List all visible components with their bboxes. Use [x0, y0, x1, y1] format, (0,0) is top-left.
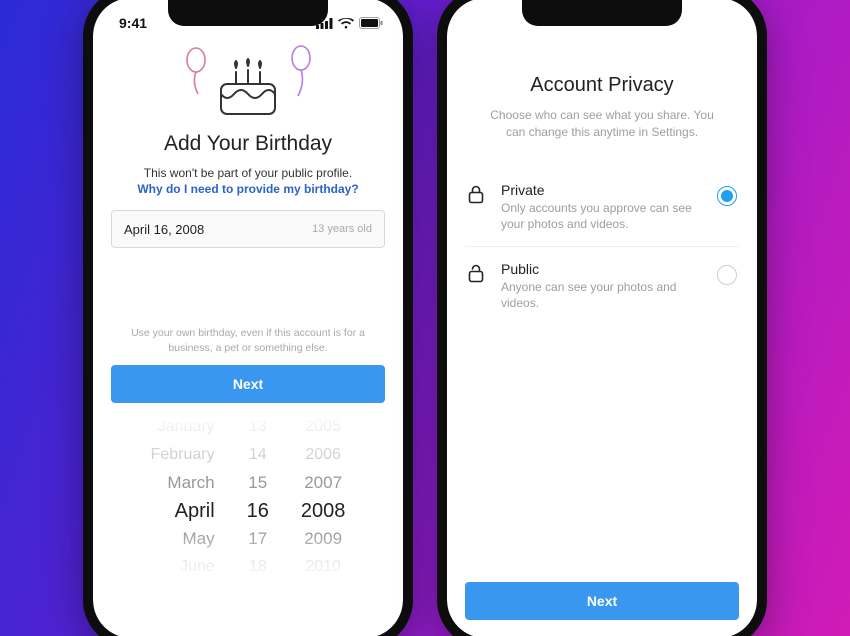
privacy-options: Private Only accounts you approve can se…	[465, 168, 739, 326]
picker-month[interactable]: January	[158, 413, 215, 441]
lock-closed-icon	[467, 184, 487, 209]
picker-year[interactable]: 2009	[304, 525, 342, 553]
page-title: Account Privacy	[465, 74, 739, 97]
date-picker[interactable]: January February March April May June Ju…	[111, 413, 385, 583]
subtitle: This won't be part of your public profil…	[111, 166, 385, 180]
next-button[interactable]: Next	[111, 365, 385, 403]
device-notch	[168, 0, 328, 26]
battery-icon	[359, 17, 383, 29]
picker-day[interactable]: 15	[248, 469, 267, 497]
option-desc: Anyone can see your photos and videos.	[501, 279, 703, 311]
picker-col-day[interactable]: 13 14 15 16 17 18 19	[247, 413, 269, 583]
picker-year[interactable]: 2007	[304, 469, 342, 497]
wifi-icon	[338, 18, 354, 29]
screen-birthday: 9:41	[93, 0, 403, 636]
picker-year-selected[interactable]: 2008	[301, 497, 346, 525]
picker-day[interactable]: 19	[249, 581, 267, 583]
background: 9:41	[0, 0, 850, 636]
cake-balloons-icon	[178, 44, 318, 122]
picker-month[interactable]: February	[151, 441, 215, 469]
why-birthday-link[interactable]: Why do I need to provide my birthday?	[111, 182, 385, 196]
lock-open-icon	[467, 263, 487, 288]
status-time: 9:41	[119, 15, 147, 31]
birthday-value: April 16, 2008	[124, 222, 204, 237]
picker-year[interactable]: 2005	[305, 413, 341, 441]
radio-public[interactable]	[717, 265, 737, 285]
picker-day[interactable]: 18	[249, 553, 267, 581]
next-button-label: Next	[587, 593, 617, 609]
option-title: Private	[501, 182, 703, 198]
phone-birthday: 9:41	[83, 0, 413, 636]
birthday-field[interactable]: April 16, 2008 13 years old	[111, 210, 385, 248]
picker-day[interactable]: 17	[248, 525, 267, 553]
birthday-hint: Use your own birthday, even if this acco…	[111, 326, 385, 355]
subtitle: Choose who can see what you share. You c…	[465, 107, 739, 142]
picker-year[interactable]: 2011	[306, 581, 340, 583]
option-text: Public Anyone can see your photos and vi…	[501, 261, 703, 311]
option-desc: Only accounts you approve can see your p…	[501, 200, 703, 232]
page-title: Add Your Birthday	[111, 132, 385, 156]
picker-col-year[interactable]: 2005 2006 2007 2008 2009 2010 2011	[301, 413, 346, 583]
status-indicators	[316, 17, 383, 29]
picker-month-selected[interactable]: April	[175, 497, 215, 525]
phone-privacy: . . Account Privacy Choose who can see w…	[437, 0, 767, 636]
picker-day[interactable]: 14	[249, 441, 267, 469]
radio-private[interactable]	[717, 186, 737, 206]
picker-year[interactable]: 2006	[305, 441, 341, 469]
option-public[interactable]: Public Anyone can see your photos and vi…	[465, 247, 739, 325]
picker-day-selected[interactable]: 16	[247, 497, 269, 525]
option-title: Public	[501, 261, 703, 277]
birthday-age: 13 years old	[312, 223, 372, 235]
device-notch	[522, 0, 682, 26]
picker-day[interactable]: 13	[249, 413, 267, 441]
next-button[interactable]: Next	[465, 582, 739, 620]
picker-month[interactable]: May	[183, 525, 215, 553]
picker-month[interactable]: June	[180, 553, 215, 581]
option-private[interactable]: Private Only accounts you approve can se…	[465, 168, 739, 247]
picker-col-month[interactable]: January February March April May June Ju…	[151, 413, 215, 583]
picker-year[interactable]: 2010	[305, 553, 341, 581]
picker-month[interactable]: March	[167, 469, 214, 497]
screen-privacy: . . Account Privacy Choose who can see w…	[447, 0, 757, 636]
picker-month[interactable]: July	[186, 581, 214, 583]
option-text: Private Only accounts you approve can se…	[501, 182, 703, 232]
next-button-label: Next	[233, 376, 263, 392]
cake-illustration	[111, 44, 385, 122]
